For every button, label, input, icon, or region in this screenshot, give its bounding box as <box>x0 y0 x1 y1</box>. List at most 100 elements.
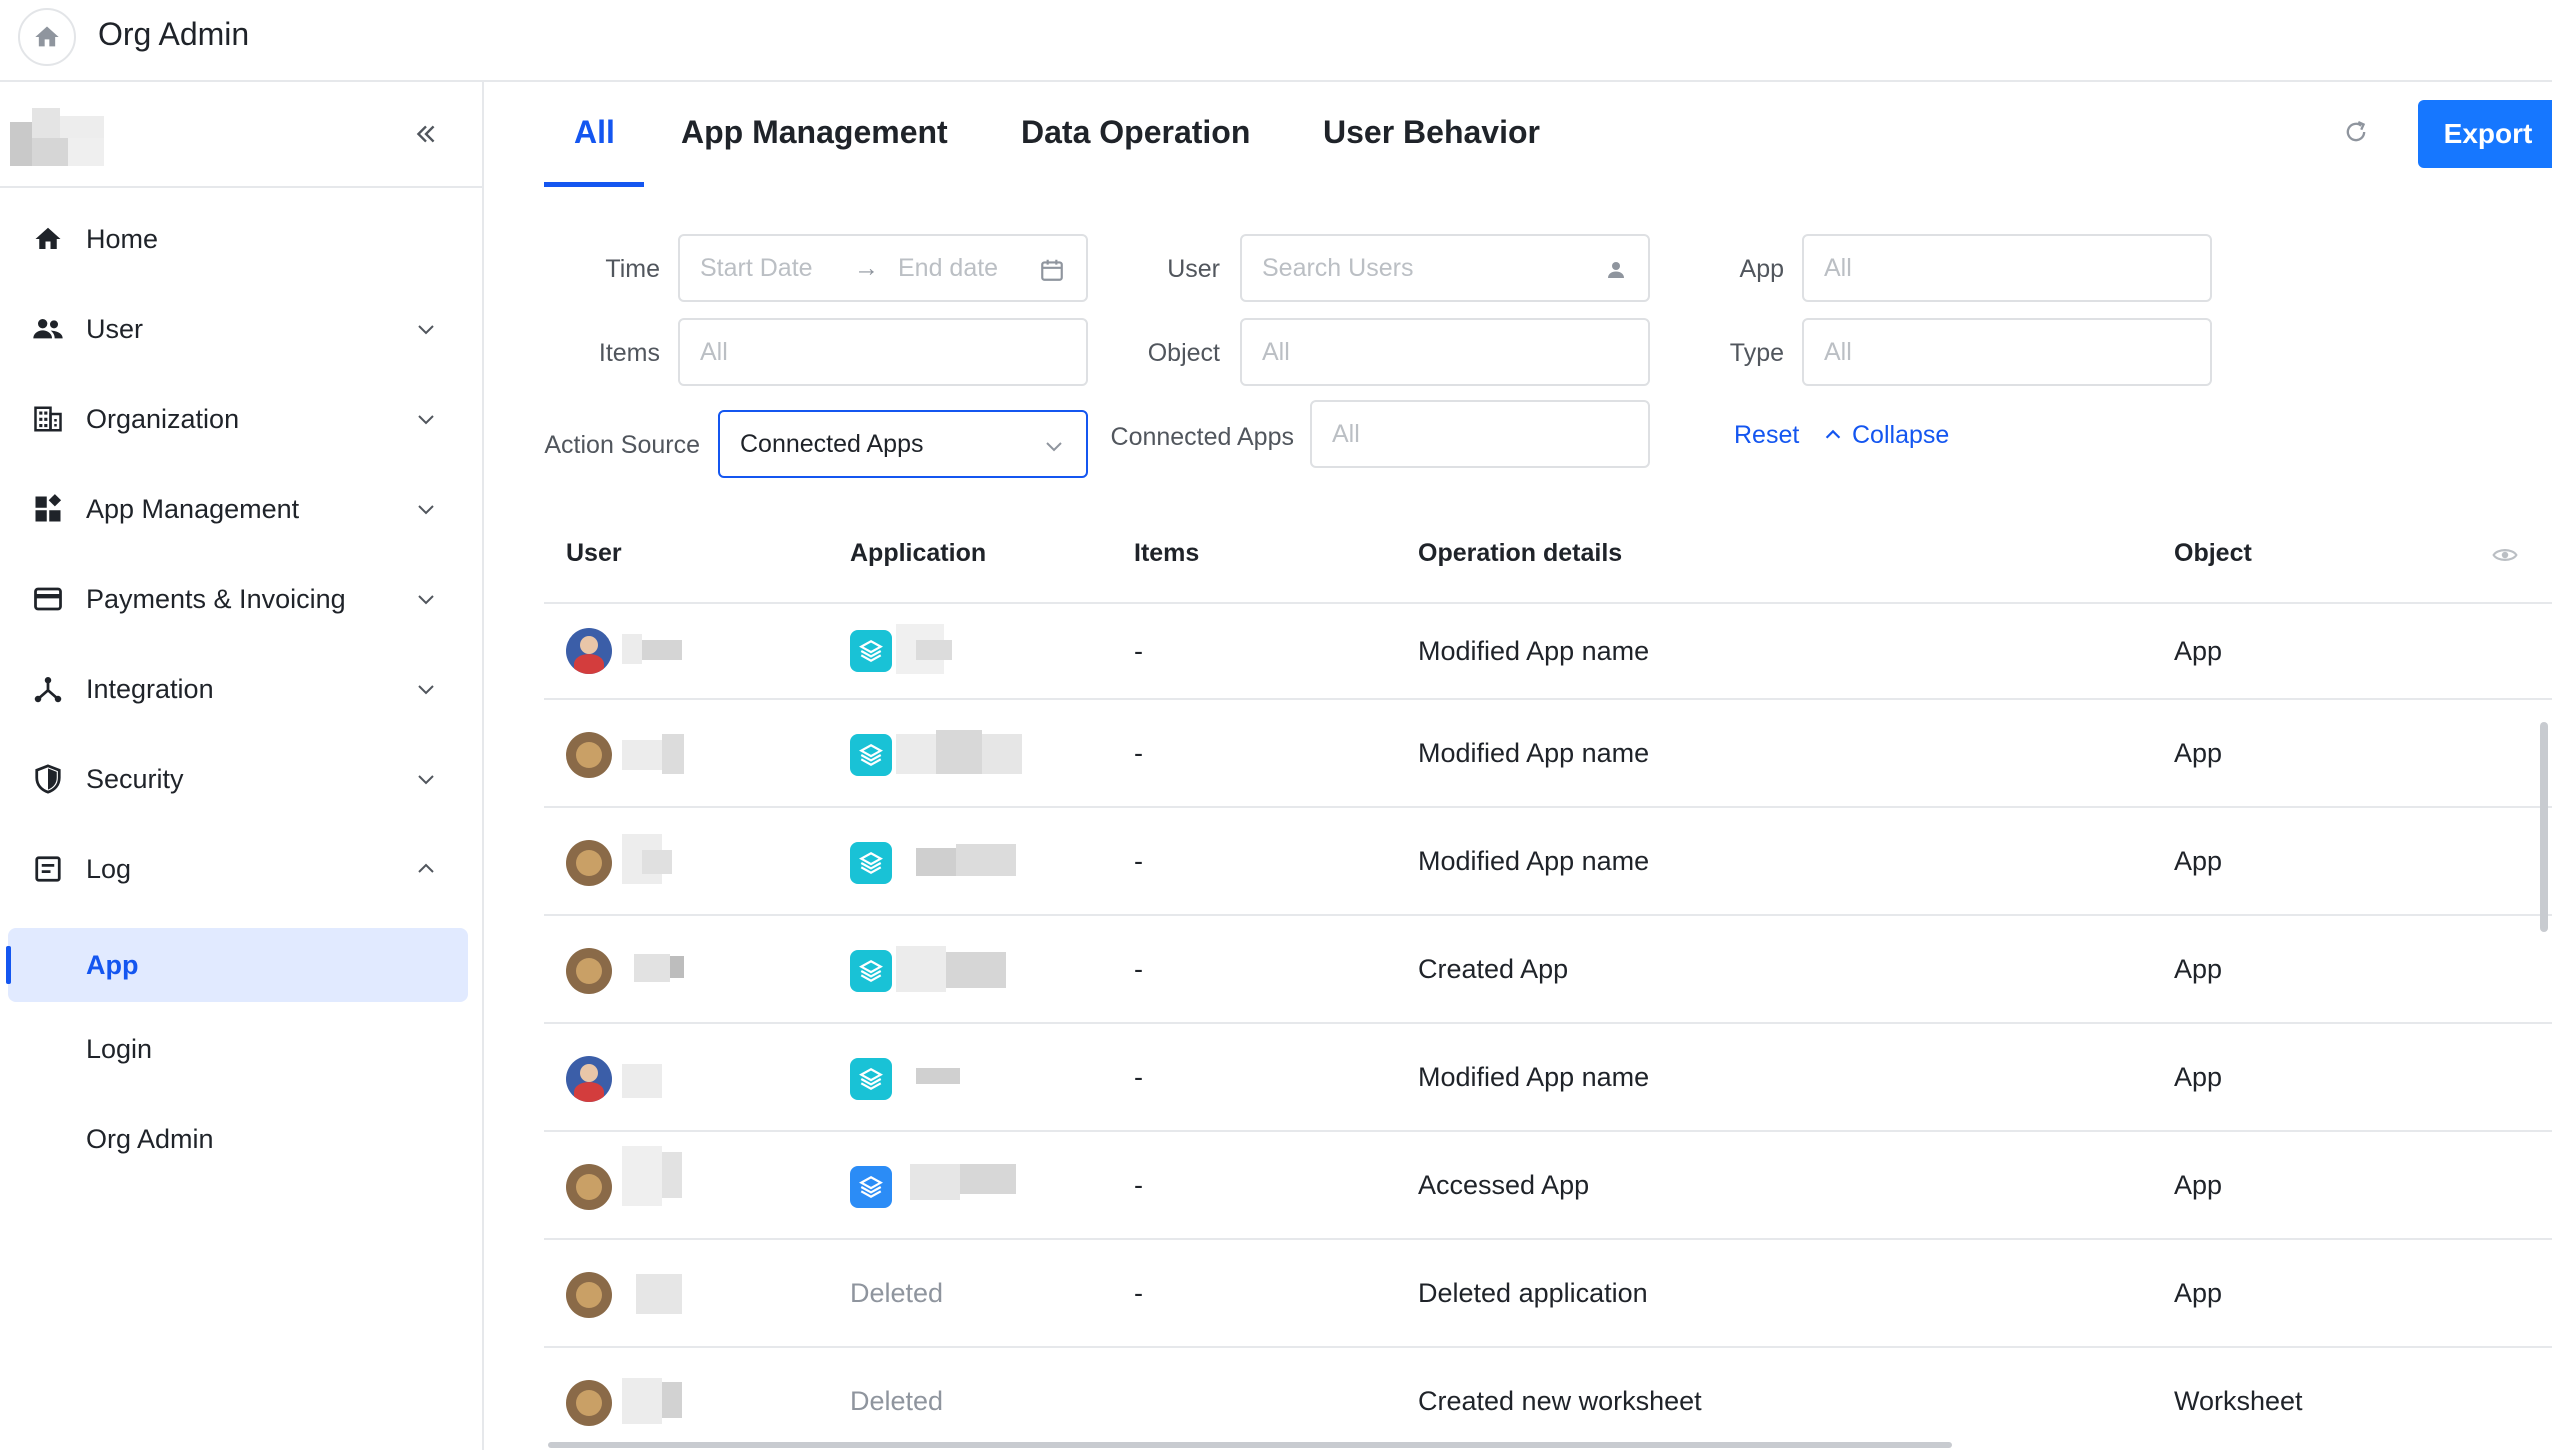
cell-items: - <box>1134 846 1143 876</box>
eye-icon[interactable] <box>2492 542 2518 568</box>
action-source-select[interactable]: Connected Apps <box>718 410 1088 478</box>
redacted-app-name <box>946 952 1006 988</box>
redacted-user-name <box>642 850 672 874</box>
avatar <box>566 628 612 674</box>
end-date-input[interactable]: End date <box>898 253 998 283</box>
vertical-scrollbar[interactable] <box>2540 722 2548 932</box>
column-header-object[interactable]: Object <box>2174 538 2252 568</box>
home-icon <box>32 223 64 255</box>
tab-all[interactable]: All <box>574 112 615 152</box>
time-label: Time <box>605 255 660 283</box>
credit-card-icon <box>32 583 64 615</box>
user-filter-label: User <box>1167 255 1220 283</box>
items-select[interactable]: All <box>678 318 1088 386</box>
redacted-app-name <box>936 730 982 774</box>
connected-apps-select[interactable]: All <box>1310 400 1650 468</box>
sidebar-item-organization[interactable]: Organization <box>8 382 468 456</box>
sidebar-item-app-management[interactable]: App Management <box>8 472 468 546</box>
type-select[interactable]: All <box>1802 318 2212 386</box>
avatar <box>566 948 612 994</box>
sidebar-item-label: Payments & Invoicing <box>86 584 346 614</box>
sidebar-item-log-org-admin[interactable]: Org Admin <box>8 1102 468 1176</box>
tab-app-management[interactable]: App Management <box>681 112 948 152</box>
cell-operation-details: Modified App name <box>1418 636 1650 666</box>
horizontal-scrollbar[interactable] <box>548 1442 1952 1448</box>
redacted-user-name <box>662 734 684 774</box>
collapse-label: Collapse <box>1852 421 1950 449</box>
sidebar-item-label: Security <box>86 764 184 794</box>
active-tab-indicator <box>544 182 644 187</box>
column-header-application[interactable]: Application <box>850 538 986 568</box>
user-search-placeholder: Search Users <box>1262 254 1414 282</box>
export-button[interactable]: Export <box>2418 100 2552 168</box>
cell-operation-details: Modified App name <box>1418 738 1650 768</box>
redacted-user-name <box>670 956 684 978</box>
app-icon <box>850 630 892 672</box>
chevron-down-icon <box>412 495 440 523</box>
redacted-app-name <box>960 1164 1016 1194</box>
sidebar-item-label: Integration <box>86 674 214 704</box>
arrow-right-icon: → <box>854 254 879 282</box>
sidebar-item-home[interactable]: Home <box>8 202 468 276</box>
sidebar-item-label: Login <box>86 1034 153 1064</box>
sidebar-item-label: App <box>86 950 139 980</box>
person-icon <box>1600 254 1632 286</box>
users-icon <box>32 313 64 345</box>
sidebar-item-label: App Management <box>86 494 300 524</box>
tab-data-operation[interactable]: Data Operation <box>1021 112 1250 152</box>
user-search-input[interactable]: Search Users <box>1240 234 1650 302</box>
active-indicator <box>6 946 11 984</box>
table-row[interactable]: - Modified App name App <box>544 604 2552 700</box>
redacted-user-name <box>622 634 642 664</box>
chevron-up-icon <box>412 855 440 883</box>
app-icon <box>850 734 892 776</box>
redacted-app-name <box>982 734 1022 774</box>
sidebar-item-label: Org Admin <box>86 1124 214 1154</box>
sidebar-item-log-app[interactable]: App <box>6 928 468 1002</box>
tab-user-behavior[interactable]: User Behavior <box>1323 112 1540 152</box>
table-row[interactable]: Deleted - Deleted application App <box>544 1240 2552 1348</box>
column-header-operation-details[interactable]: Operation details <box>1418 538 1622 568</box>
cell-items: - <box>1134 1062 1143 1092</box>
table-row[interactable]: Deleted Created new worksheet Worksheet <box>544 1348 2552 1450</box>
app-select[interactable]: All <box>1802 234 2212 302</box>
chevron-down-icon <box>1038 430 1070 462</box>
redacted-app-name <box>916 848 956 876</box>
redacted-user-name <box>636 1274 682 1314</box>
object-select[interactable]: All <box>1240 318 1650 386</box>
building-icon <box>32 403 64 435</box>
table-row[interactable]: - Modified App name App <box>544 700 2552 808</box>
redacted-app-name <box>916 1068 960 1084</box>
cell-object: App <box>2174 636 2223 666</box>
sidebar-item-log-login[interactable]: Login <box>8 1012 468 1086</box>
cell-object: App <box>2174 738 2223 768</box>
sidebar-item-integration[interactable]: Integration <box>8 652 468 726</box>
reset-button[interactable]: Reset <box>1734 420 1799 450</box>
date-range-picker[interactable]: Start Date → End date <box>678 234 1088 302</box>
chevron-up-icon <box>1825 429 1841 439</box>
table-row[interactable]: - Accessed App App <box>544 1132 2552 1240</box>
cell-operation-details: Created new worksheet <box>1418 1386 1702 1416</box>
app-icon <box>850 842 892 884</box>
cell-application: Deleted <box>850 1386 944 1416</box>
table-row[interactable]: - Created App App <box>544 916 2552 1024</box>
cell-items: - <box>1134 738 1143 768</box>
cell-operation-details: Created App <box>1418 954 1569 984</box>
redacted-app-name <box>916 640 952 660</box>
column-header-items[interactable]: Items <box>1134 538 1199 568</box>
redacted-user-name <box>622 740 662 770</box>
collapse-sidebar-icon[interactable] <box>410 118 442 150</box>
sidebar-item-label: Home <box>86 224 159 254</box>
table-row[interactable]: - Modified App name App <box>544 1024 2552 1132</box>
object-select-placeholder: All <box>1262 338 1290 366</box>
sidebar-item-payments-invoicing[interactable]: Payments & Invoicing <box>8 562 468 636</box>
sidebar-item-user[interactable]: User <box>8 292 468 366</box>
home-icon[interactable] <box>18 8 76 66</box>
refresh-icon[interactable] <box>2336 112 2376 152</box>
table-row[interactable]: - Modified App name App <box>544 808 2552 916</box>
sidebar-item-security[interactable]: Security <box>8 742 468 816</box>
start-date-input[interactable]: Start Date <box>700 253 813 283</box>
cell-object: App <box>2174 1170 2223 1200</box>
sidebar-item-log[interactable]: Log <box>8 832 468 906</box>
column-header-user[interactable]: User <box>566 538 622 568</box>
